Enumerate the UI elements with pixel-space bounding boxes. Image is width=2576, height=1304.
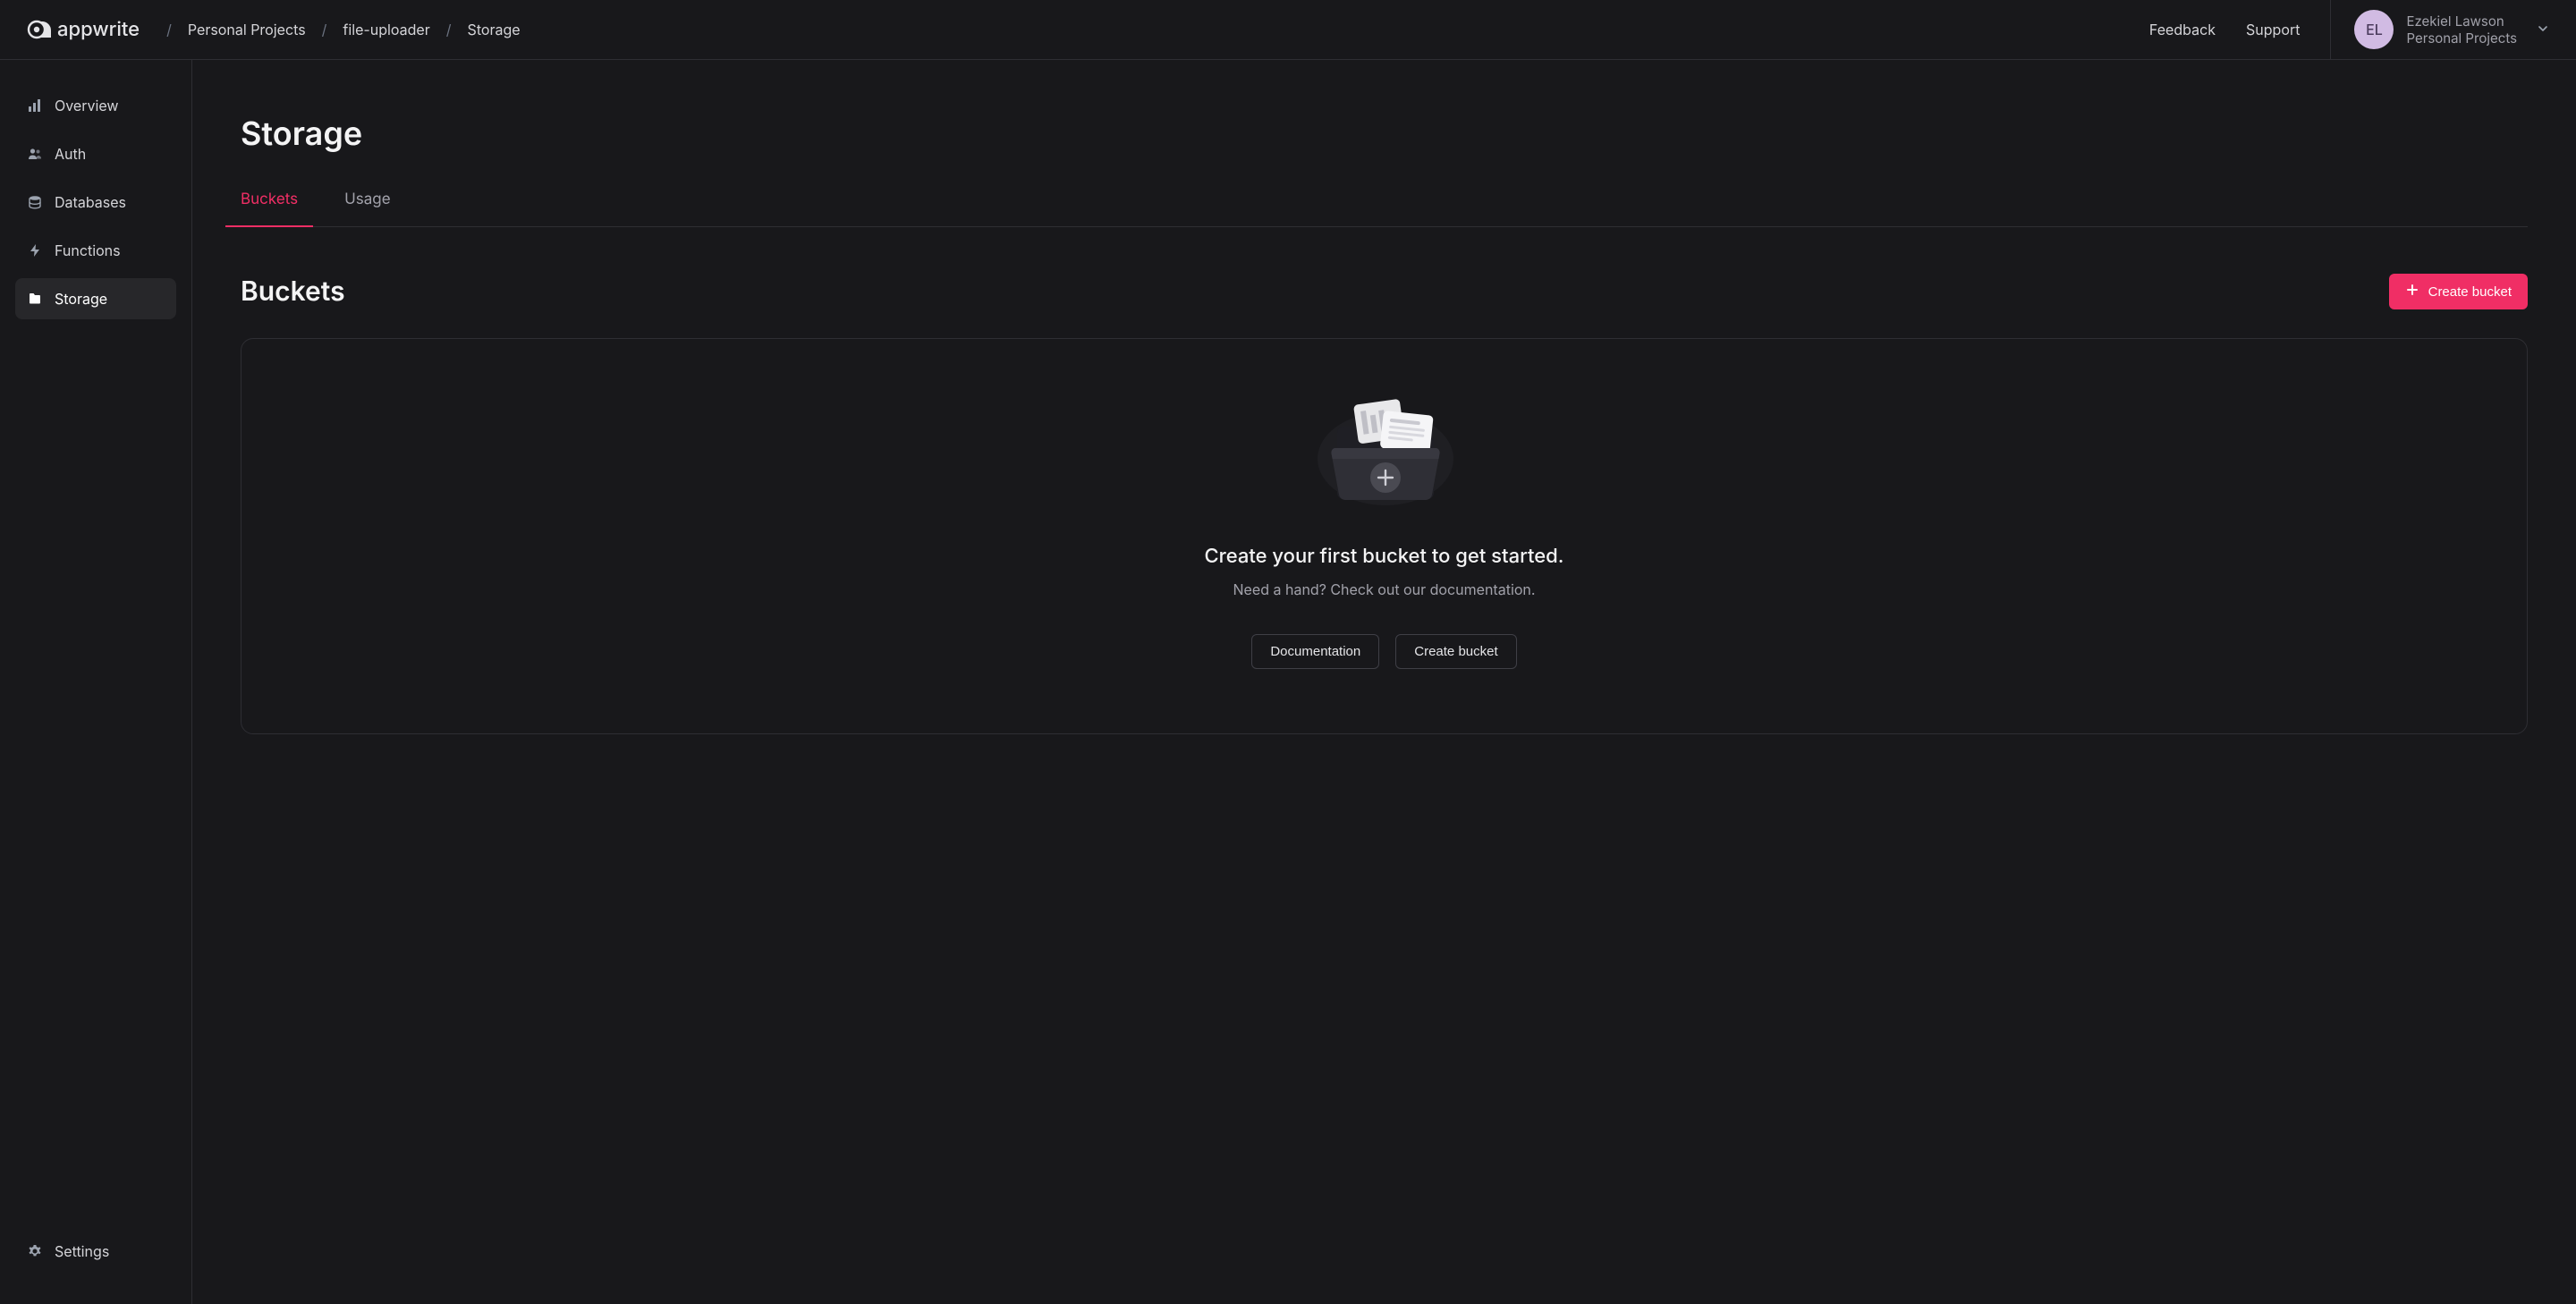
tab-usage[interactable]: Usage bbox=[344, 191, 391, 226]
layout: Overview Auth bbox=[0, 60, 2576, 1304]
chevron-down-icon bbox=[2537, 21, 2549, 38]
breadcrumb-sep: / bbox=[446, 21, 452, 38]
settings-icon bbox=[28, 1244, 42, 1258]
breadcrumb-sep: / bbox=[166, 21, 172, 38]
sidebar-top: Overview Auth bbox=[15, 85, 176, 326]
logo-text: appwrite bbox=[57, 18, 140, 41]
sidebar-item-label: Overview bbox=[55, 97, 119, 114]
create-bucket-label: Create bucket bbox=[2428, 284, 2512, 300]
appwrite-logo-icon bbox=[27, 20, 52, 39]
breadcrumb-sep: / bbox=[322, 21, 327, 38]
breadcrumb-item-section[interactable]: Storage bbox=[468, 21, 521, 38]
empty-subtitle: Need a hand? Check out our documentation… bbox=[1233, 580, 1536, 598]
sidebar-item-label: Databases bbox=[55, 193, 126, 211]
create-bucket-secondary-button[interactable]: Create bucket bbox=[1395, 634, 1516, 669]
page-title: Storage bbox=[241, 114, 2528, 153]
breadcrumb-item-project[interactable]: file-uploader bbox=[343, 21, 429, 38]
sidebar-item-label: Auth bbox=[55, 145, 86, 163]
header-right: Feedback Support EL Ezekiel Lawson Perso… bbox=[2149, 0, 2549, 60]
user-org: Personal Projects bbox=[2406, 30, 2517, 47]
sidebar-item-label: Storage bbox=[55, 290, 107, 308]
tabs: Buckets Usage bbox=[241, 191, 2528, 227]
auth-icon bbox=[28, 147, 42, 161]
databases-icon bbox=[28, 195, 42, 209]
empty-actions: Documentation Create bucket bbox=[1251, 634, 1516, 669]
feedback-link[interactable]: Feedback bbox=[2149, 21, 2216, 38]
sidebar-item-overview[interactable]: Overview bbox=[15, 85, 176, 126]
sidebar-item-storage[interactable]: Storage bbox=[15, 278, 176, 319]
sidebar-item-settings[interactable]: Settings bbox=[15, 1231, 176, 1272]
overview-icon bbox=[28, 98, 42, 113]
breadcrumb-item-org[interactable]: Personal Projects bbox=[188, 21, 306, 38]
documentation-button[interactable]: Documentation bbox=[1251, 634, 1379, 669]
breadcrumb: / Personal Projects / file-uploader / St… bbox=[166, 21, 521, 38]
sidebar-item-auth[interactable]: Auth bbox=[15, 133, 176, 174]
top-header: appwrite / Personal Projects / file-uplo… bbox=[0, 0, 2576, 60]
section-header: Buckets Create bucket bbox=[241, 274, 2528, 309]
sidebar-item-label: Functions bbox=[55, 241, 121, 259]
section-title: Buckets bbox=[241, 275, 345, 308]
sidebar-item-label: Settings bbox=[55, 1242, 109, 1260]
sidebar: Overview Auth bbox=[0, 60, 192, 1304]
user-text: Ezekiel Lawson Personal Projects bbox=[2406, 13, 2517, 47]
empty-illustration bbox=[1309, 389, 1461, 518]
header-left: appwrite / Personal Projects / file-uplo… bbox=[27, 18, 521, 41]
sidebar-item-functions[interactable]: Functions bbox=[15, 230, 176, 271]
user-name: Ezekiel Lawson bbox=[2406, 13, 2517, 30]
plus-icon bbox=[2405, 283, 2419, 301]
logo[interactable]: appwrite bbox=[27, 18, 140, 41]
tab-buckets[interactable]: Buckets bbox=[241, 191, 298, 226]
create-bucket-button[interactable]: Create bucket bbox=[2389, 274, 2528, 309]
sidebar-item-databases[interactable]: Databases bbox=[15, 182, 176, 223]
functions-icon bbox=[28, 243, 42, 258]
main-content: Storage Buckets Usage Buckets Create buc… bbox=[192, 60, 2576, 1304]
support-link[interactable]: Support bbox=[2246, 21, 2300, 38]
user-menu[interactable]: EL Ezekiel Lawson Personal Projects bbox=[2330, 0, 2549, 60]
storage-icon bbox=[28, 292, 42, 306]
empty-title: Create your first bucket to get started. bbox=[1205, 545, 1564, 568]
empty-state: Create your first bucket to get started.… bbox=[241, 338, 2528, 734]
avatar: EL bbox=[2354, 10, 2394, 49]
